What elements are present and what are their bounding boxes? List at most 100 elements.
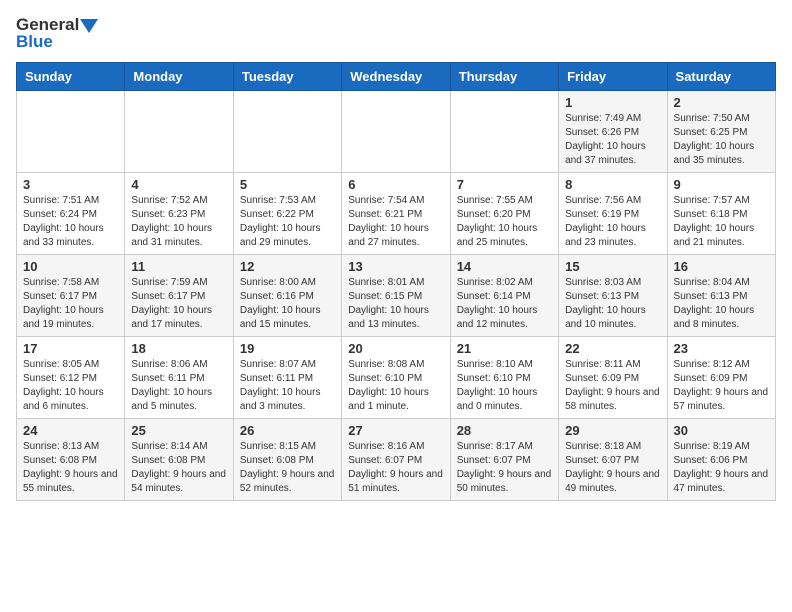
day-number: 21: [457, 341, 552, 356]
day-number: 25: [131, 423, 226, 438]
logo: General Blue: [16, 16, 98, 50]
day-info: Sunrise: 8:06 AM Sunset: 6:11 PM Dayligh…: [131, 358, 226, 414]
day-info: Sunrise: 8:14 AM Sunset: 6:08 PM Dayligh…: [131, 440, 226, 496]
day-number: 6: [348, 177, 443, 192]
day-info: Sunrise: 8:12 AM Sunset: 6:09 PM Dayligh…: [674, 358, 769, 414]
day-number: 9: [674, 177, 769, 192]
day-number: 26: [240, 423, 335, 438]
calendar-cell: [17, 91, 125, 173]
calendar-cell: 19 Sunrise: 8:07 AM Sunset: 6:11 PM Dayli…: [233, 337, 341, 419]
day-info: Sunrise: 8:00 AM Sunset: 6:16 PM Dayligh…: [240, 276, 335, 332]
day-info: Sunrise: 8:19 AM Sunset: 6:06 PM Dayligh…: [674, 440, 769, 496]
day-number: 1: [565, 95, 660, 110]
calendar-cell: 23 Sunrise: 8:12 AM Sunset: 6:09 PM Dayli…: [667, 337, 775, 419]
calendar-cell: 10 Sunrise: 7:58 AM Sunset: 6:17 PM Dayli…: [17, 255, 125, 337]
calendar-cell: 11 Sunrise: 7:59 AM Sunset: 6:17 PM Dayli…: [125, 255, 233, 337]
day-number: 11: [131, 259, 226, 274]
calendar-cell: 22Sunrise: 8:11 AM Sunset: 6:09 PM Dayli…: [559, 337, 667, 419]
day-number: 15: [565, 259, 660, 274]
calendar-cell: 13 Sunrise: 8:01 AM Sunset: 6:15 PM Dayli…: [342, 255, 450, 337]
calendar-week-row: 1 Sunrise: 7:49 AM Sunset: 6:26 PM Daylig…: [17, 91, 776, 173]
day-info: Sunrise: 7:52 AM Sunset: 6:23 PM Dayligh…: [131, 194, 226, 250]
day-number: 4: [131, 177, 226, 192]
calendar-cell: 12 Sunrise: 8:00 AM Sunset: 6:16 PM Dayli…: [233, 255, 341, 337]
day-header-thursday: Thursday: [450, 63, 558, 91]
day-info: Sunrise: 7:50 AM Sunset: 6:25 PM Dayligh…: [674, 112, 769, 168]
day-number: 27: [348, 423, 443, 438]
calendar-week-row: 3Sunrise: 7:51 AM Sunset: 6:24 PM Daylig…: [17, 173, 776, 255]
day-number: 17: [23, 341, 118, 356]
day-number: 3: [23, 177, 118, 192]
day-header-tuesday: Tuesday: [233, 63, 341, 91]
calendar-cell: 8 Sunrise: 7:56 AM Sunset: 6:19 PM Daylig…: [559, 173, 667, 255]
day-number: 19: [240, 341, 335, 356]
calendar-cell: 26 Sunrise: 8:15 AM Sunset: 6:08 PM Dayli…: [233, 419, 341, 501]
day-info: Sunrise: 7:57 AM Sunset: 6:18 PM Dayligh…: [674, 194, 769, 250]
day-info: Sunrise: 8:08 AM Sunset: 6:10 PM Dayligh…: [348, 358, 443, 414]
calendar-cell: 6 Sunrise: 7:54 AM Sunset: 6:21 PM Daylig…: [342, 173, 450, 255]
calendar-cell: 1 Sunrise: 7:49 AM Sunset: 6:26 PM Daylig…: [559, 91, 667, 173]
day-info: Sunrise: 7:54 AM Sunset: 6:21 PM Dayligh…: [348, 194, 443, 250]
calendar-cell: [342, 91, 450, 173]
day-info: Sunrise: 8:07 AM Sunset: 6:11 PM Dayligh…: [240, 358, 335, 414]
day-number: 22: [565, 341, 660, 356]
day-info: Sunrise: 8:02 AM Sunset: 6:14 PM Dayligh…: [457, 276, 552, 332]
calendar-cell: 30 Sunrise: 8:19 AM Sunset: 6:06 PM Dayli…: [667, 419, 775, 501]
calendar-cell: 21 Sunrise: 8:10 AM Sunset: 6:10 PM Dayli…: [450, 337, 558, 419]
day-number: 13: [348, 259, 443, 274]
day-info: Sunrise: 8:17 AM Sunset: 6:07 PM Dayligh…: [457, 440, 552, 496]
calendar-cell: 7 Sunrise: 7:55 AM Sunset: 6:20 PM Daylig…: [450, 173, 558, 255]
day-number: 16: [674, 259, 769, 274]
day-info: Sunrise: 8:10 AM Sunset: 6:10 PM Dayligh…: [457, 358, 552, 414]
day-info: Sunrise: 8:03 AM Sunset: 6:13 PM Dayligh…: [565, 276, 660, 332]
calendar-week-row: 10 Sunrise: 7:58 AM Sunset: 6:17 PM Dayli…: [17, 255, 776, 337]
day-info: Sunrise: 8:13 AM Sunset: 6:08 PM Dayligh…: [23, 440, 118, 496]
calendar-cell: 15 Sunrise: 8:03 AM Sunset: 6:13 PM Dayli…: [559, 255, 667, 337]
calendar-cell: 17 Sunrise: 8:05 AM Sunset: 6:12 PM Dayli…: [17, 337, 125, 419]
day-number: 14: [457, 259, 552, 274]
calendar-cell: 27Sunrise: 8:16 AM Sunset: 6:07 PM Dayli…: [342, 419, 450, 501]
day-info: Sunrise: 8:04 AM Sunset: 6:13 PM Dayligh…: [674, 276, 769, 332]
calendar-cell: 3Sunrise: 7:51 AM Sunset: 6:24 PM Daylig…: [17, 173, 125, 255]
day-number: 2: [674, 95, 769, 110]
day-number: 5: [240, 177, 335, 192]
calendar-cell: [233, 91, 341, 173]
day-info: Sunrise: 8:15 AM Sunset: 6:08 PM Dayligh…: [240, 440, 335, 496]
day-number: 12: [240, 259, 335, 274]
day-number: 18: [131, 341, 226, 356]
day-info: Sunrise: 7:56 AM Sunset: 6:19 PM Dayligh…: [565, 194, 660, 250]
day-info: Sunrise: 8:05 AM Sunset: 6:12 PM Dayligh…: [23, 358, 118, 414]
day-info: Sunrise: 7:59 AM Sunset: 6:17 PM Dayligh…: [131, 276, 226, 332]
day-number: 23: [674, 341, 769, 356]
calendar-cell: 16 Sunrise: 8:04 AM Sunset: 6:13 PM Dayli…: [667, 255, 775, 337]
day-number: 28: [457, 423, 552, 438]
calendar-cell: 18 Sunrise: 8:06 AM Sunset: 6:11 PM Dayli…: [125, 337, 233, 419]
calendar-cell: [450, 91, 558, 173]
calendar-cell: 9 Sunrise: 7:57 AM Sunset: 6:18 PM Daylig…: [667, 173, 775, 255]
day-info: Sunrise: 7:53 AM Sunset: 6:22 PM Dayligh…: [240, 194, 335, 250]
day-info: Sunrise: 7:55 AM Sunset: 6:20 PM Dayligh…: [457, 194, 552, 250]
day-number: 10: [23, 259, 118, 274]
calendar-cell: 29Sunrise: 8:18 AM Sunset: 6:07 PM Dayli…: [559, 419, 667, 501]
day-number: 20: [348, 341, 443, 356]
calendar-table: SundayMondayTuesdayWednesdayThursdayFrid…: [16, 62, 776, 501]
calendar-cell: 5 Sunrise: 7:53 AM Sunset: 6:22 PM Daylig…: [233, 173, 341, 255]
day-info: Sunrise: 8:01 AM Sunset: 6:15 PM Dayligh…: [348, 276, 443, 332]
day-info: Sunrise: 7:58 AM Sunset: 6:17 PM Dayligh…: [23, 276, 118, 332]
page-header: General Blue: [16, 16, 776, 50]
calendar-cell: 20 Sunrise: 8:08 AM Sunset: 6:10 PM Dayli…: [342, 337, 450, 419]
day-header-monday: Monday: [125, 63, 233, 91]
day-info: Sunrise: 7:49 AM Sunset: 6:26 PM Dayligh…: [565, 112, 660, 168]
calendar-week-row: 24 Sunrise: 8:13 AM Sunset: 6:08 PM Dayli…: [17, 419, 776, 501]
day-header-saturday: Saturday: [667, 63, 775, 91]
day-number: 8: [565, 177, 660, 192]
day-header-wednesday: Wednesday: [342, 63, 450, 91]
day-number: 7: [457, 177, 552, 192]
calendar-cell: 28 Sunrise: 8:17 AM Sunset: 6:07 PM Dayli…: [450, 419, 558, 501]
calendar-cell: 4 Sunrise: 7:52 AM Sunset: 6:23 PM Daylig…: [125, 173, 233, 255]
day-number: 29: [565, 423, 660, 438]
day-header-sunday: Sunday: [17, 63, 125, 91]
day-number: 30: [674, 423, 769, 438]
calendar-cell: 24 Sunrise: 8:13 AM Sunset: 6:08 PM Dayli…: [17, 419, 125, 501]
day-number: 24: [23, 423, 118, 438]
